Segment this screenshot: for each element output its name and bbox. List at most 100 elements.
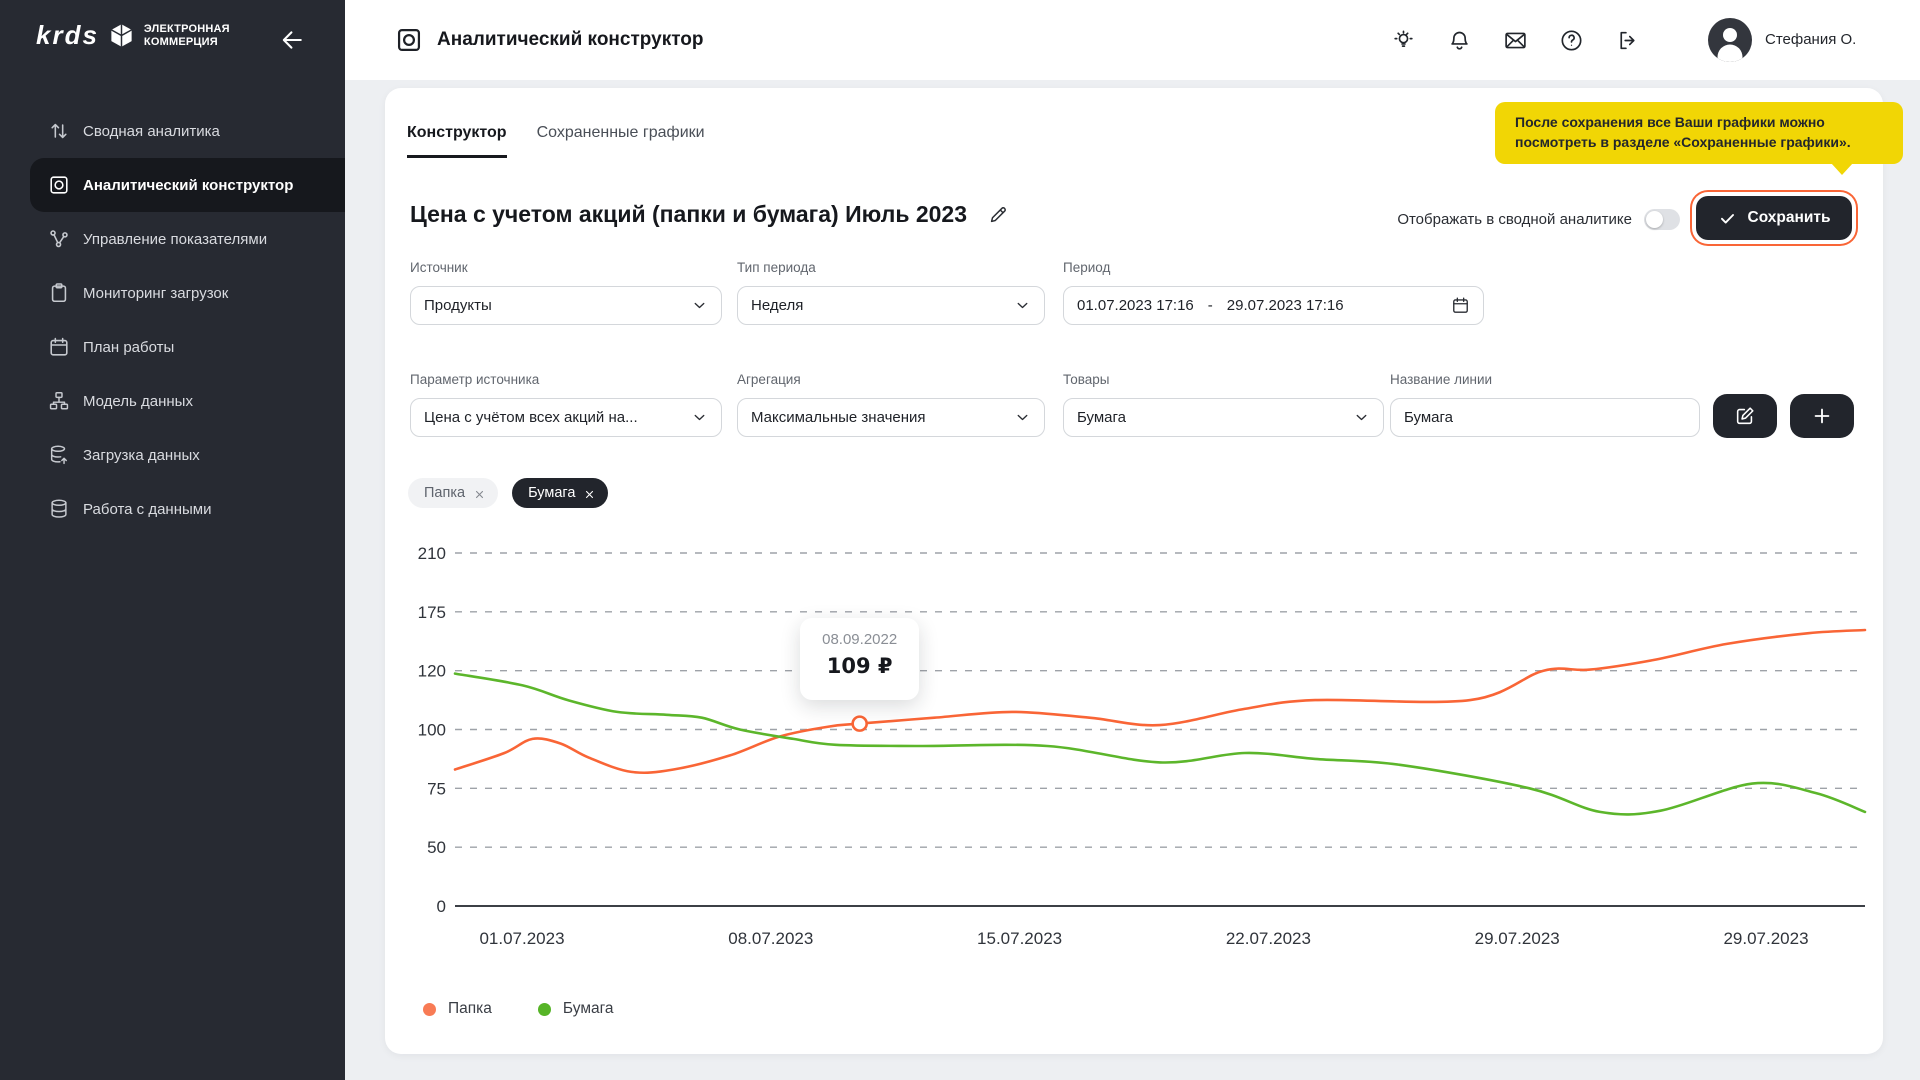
chevron-down-icon bbox=[691, 409, 708, 426]
edit-title-pencil-icon[interactable] bbox=[987, 204, 1009, 226]
sidebar-item[interactable]: Загрузка данных bbox=[30, 428, 345, 482]
sidebar-item-label: Аналитический конструктор bbox=[83, 177, 293, 194]
save-hint-tooltip: После сохранения все Ваши графики можно … bbox=[1495, 102, 1903, 164]
close-icon[interactable] bbox=[584, 488, 595, 499]
help-icon[interactable] bbox=[1559, 28, 1584, 53]
notifications-icon[interactable] bbox=[1447, 28, 1472, 53]
legend-label: Папка bbox=[448, 1000, 492, 1018]
line-chip[interactable]: Бумага bbox=[512, 478, 608, 508]
app-window: krds ЭЛЕКТРОННАЯ КОММЕРЦИЯ Сводная анали… bbox=[0, 0, 1920, 1080]
field-label: Период bbox=[1063, 260, 1110, 275]
series-line-Папка bbox=[455, 630, 1865, 773]
y-tick-label: 50 bbox=[427, 838, 446, 857]
sidebar-nav: Сводная аналитика Аналитический конструкт… bbox=[0, 104, 345, 536]
add-line-button[interactable] bbox=[1790, 394, 1854, 438]
summary-toggle[interactable] bbox=[1644, 209, 1680, 230]
hint-line-1: После сохранения все Ваши графики можно bbox=[1515, 112, 1883, 132]
chevron-down-icon bbox=[1353, 409, 1370, 426]
sidebar-item-label: Сводная аналитика bbox=[83, 123, 220, 140]
select-field[interactable]: Неделя bbox=[737, 286, 1045, 325]
sidebar-collapse-icon[interactable] bbox=[278, 26, 306, 54]
field-value: Неделя bbox=[751, 297, 1014, 314]
logo-caption: ЭЛЕКТРОННАЯ КОММЕРЦИЯ bbox=[144, 23, 230, 48]
field-value: Продукты bbox=[424, 297, 691, 314]
x-tick-label: 29.07.2023 bbox=[1723, 929, 1808, 948]
field-value: Бумага bbox=[1404, 409, 1686, 426]
viewfinder-icon bbox=[395, 26, 423, 54]
close-icon[interactable] bbox=[474, 488, 485, 499]
avatar[interactable] bbox=[1708, 18, 1752, 62]
chip-label: Бумага bbox=[528, 485, 575, 501]
logo-wordmark: krds bbox=[36, 20, 99, 51]
nodes-icon bbox=[48, 228, 70, 250]
y-tick-label: 120 bbox=[418, 662, 446, 681]
field-label: Агрегация bbox=[737, 372, 801, 387]
date-from: 01.07.2023 17:16 bbox=[1077, 297, 1194, 314]
logo: krds ЭЛЕКТРОННАЯ КОММЕРЦИЯ bbox=[36, 20, 230, 51]
edit-square-icon bbox=[1734, 405, 1756, 427]
chip-label: Папка bbox=[424, 485, 465, 501]
sidebar-item[interactable]: Управление показателями bbox=[30, 212, 345, 266]
sidebar: krds ЭЛЕКТРОННАЯ КОММЕРЦИЯ Сводная анали… bbox=[0, 0, 345, 1080]
sidebar-item[interactable]: Работа с данными bbox=[30, 482, 345, 536]
plus-icon bbox=[1811, 405, 1833, 427]
hint-line-2: посмотреть в разделе «Сохраненные график… bbox=[1515, 132, 1883, 152]
legend-item[interactable]: Папка bbox=[423, 1000, 492, 1018]
y-tick-label: 175 bbox=[418, 603, 446, 622]
line-chip[interactable]: Папка bbox=[408, 478, 498, 508]
text-field[interactable]: Бумага bbox=[1390, 398, 1700, 437]
select-field[interactable]: Продукты bbox=[410, 286, 722, 325]
y-tick-label: 0 bbox=[437, 897, 446, 916]
hover-point-marker[interactable] bbox=[853, 717, 867, 731]
select-field[interactable]: Максимальные значения bbox=[737, 398, 1045, 437]
tabs: Конструктор Сохраненные графики bbox=[407, 124, 705, 158]
constructor-card: Конструктор Сохраненные графики После со… bbox=[385, 88, 1883, 1054]
tab-constructor[interactable]: Конструктор bbox=[407, 124, 507, 158]
tab-saved-charts[interactable]: Сохраненные графики bbox=[537, 124, 705, 158]
field-label: Параметр источника bbox=[410, 372, 539, 387]
field-value: Цена с учётом всех акций на... bbox=[424, 409, 691, 426]
legend-item[interactable]: Бумага bbox=[538, 1000, 614, 1018]
x-tick-label: 29.07.2023 bbox=[1475, 929, 1560, 948]
header: Аналитический конструктор Стефания О. bbox=[345, 0, 1920, 80]
header-icons bbox=[1391, 0, 1640, 80]
field-label: Тип периода bbox=[737, 260, 816, 275]
page-title: Аналитический конструктор bbox=[437, 0, 703, 80]
sitemap-icon bbox=[48, 390, 70, 412]
sort-arrows-icon bbox=[48, 120, 70, 142]
date-to: 29.07.2023 17:16 bbox=[1227, 297, 1443, 314]
check-icon bbox=[1718, 209, 1737, 228]
save-button[interactable]: Сохранить bbox=[1696, 196, 1852, 240]
logo-caption-line1: ЭЛЕКТРОННАЯ bbox=[144, 23, 230, 36]
chart-title-row: Цена с учетом акций (папки и бумага) Июл… bbox=[410, 201, 1009, 228]
save-button-label: Сохранить bbox=[1748, 209, 1831, 227]
sidebar-item[interactable]: План работы bbox=[30, 320, 345, 374]
logout-icon[interactable] bbox=[1615, 28, 1640, 53]
edit-line-button[interactable] bbox=[1713, 394, 1777, 438]
field-label: Название линии bbox=[1390, 372, 1492, 387]
select-field[interactable]: Цена с учётом всех акций на... bbox=[410, 398, 722, 437]
user-name[interactable]: Стефания О. bbox=[1765, 0, 1856, 80]
sidebar-item[interactable]: Сводная аналитика bbox=[30, 104, 345, 158]
line-chart[interactable]: 0507510012017521001.07.202308.07.202315.… bbox=[385, 524, 1883, 994]
field-label: Источник bbox=[410, 260, 468, 275]
chevron-down-icon bbox=[691, 297, 708, 314]
toggle-knob bbox=[1646, 211, 1663, 228]
sidebar-item-label: Загрузка данных bbox=[83, 447, 200, 464]
daterange-field[interactable]: 01.07.2023 17:16-29.07.2023 17:16 bbox=[1063, 286, 1484, 325]
date-separator: - bbox=[1208, 297, 1213, 314]
chart-legend: Папка Бумага bbox=[423, 1000, 614, 1018]
sidebar-item[interactable]: Мониторинг загрузок bbox=[30, 266, 345, 320]
calendar-icon bbox=[48, 336, 70, 358]
sidebar-item[interactable]: Модель данных bbox=[30, 374, 345, 428]
sidebar-item[interactable]: Аналитический конструктор bbox=[30, 158, 345, 212]
chevron-down-icon bbox=[1014, 297, 1031, 314]
sidebar-item-label: Работа с данными bbox=[83, 501, 211, 518]
sidebar-item-label: Управление показателями bbox=[83, 231, 267, 248]
mail-icon[interactable] bbox=[1503, 28, 1528, 53]
select-field[interactable]: Бумага bbox=[1063, 398, 1384, 437]
chart-title: Цена с учетом акций (папки и бумага) Июл… bbox=[410, 201, 967, 228]
idea-icon[interactable] bbox=[1391, 28, 1416, 53]
y-tick-label: 75 bbox=[427, 779, 446, 798]
x-tick-label: 08.07.2023 bbox=[728, 929, 813, 948]
